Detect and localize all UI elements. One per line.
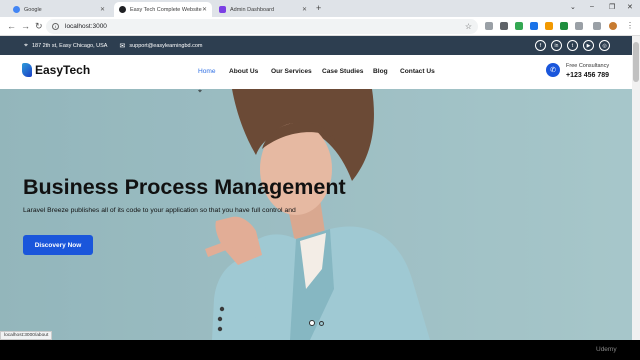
- reload-icon[interactable]: ↻: [35, 21, 43, 32]
- extension-icon[interactable]: [545, 22, 553, 30]
- nav-blog[interactable]: Blog: [373, 68, 388, 75]
- admin-favicon-icon: [219, 6, 226, 13]
- logo-mark-icon: [22, 63, 32, 77]
- bookmark-star-icon[interactable]: ☆: [465, 22, 472, 31]
- address-text: 187 2th st, Easy Chicago, USA: [31, 42, 108, 49]
- youtube-icon[interactable]: ▶: [583, 40, 594, 51]
- linkedin-icon[interactable]: in: [551, 40, 562, 51]
- extension-icon[interactable]: [515, 22, 523, 30]
- hero-title: Business Process Management: [23, 175, 346, 199]
- close-tab-icon[interactable]: ✕: [302, 6, 307, 13]
- google-favicon-icon: [13, 6, 20, 13]
- nav-contact-us[interactable]: Contact Us: [400, 68, 435, 75]
- nav-case-studies[interactable]: Case Studies: [322, 68, 363, 75]
- contact-topbar: ⌖ 187 2th st, Easy Chicago, USA ✉ suppor…: [0, 36, 632, 55]
- website-viewport: ⌖ 187 2th st, Easy Chicago, USA ✉ suppor…: [0, 36, 632, 340]
- puzzle-extensions-icon[interactable]: [575, 22, 583, 30]
- forward-icon[interactable]: →: [21, 21, 30, 31]
- hero-subtitle: Laravel Breeze publishes all of its code…: [23, 207, 296, 214]
- sidebar-icon[interactable]: [593, 22, 601, 30]
- browser-menu-icon[interactable]: ⋮: [626, 21, 634, 30]
- tab-easy-tech[interactable]: Easy Tech Complete Website ✕: [114, 2, 212, 17]
- close-tab-icon[interactable]: ✕: [100, 6, 105, 13]
- site-logo[interactable]: EasyTech: [22, 63, 90, 77]
- facebook-icon[interactable]: f: [535, 40, 546, 51]
- close-tab-icon[interactable]: ✕: [202, 6, 207, 13]
- video-player-bar: [0, 340, 640, 360]
- hero-slider: Business Process Management Laravel Bree…: [0, 89, 632, 340]
- tab-admin-dashboard[interactable]: Admin Dashboard ✕: [214, 2, 312, 17]
- minimize-icon[interactable]: –: [590, 3, 594, 10]
- profile-avatar[interactable]: [609, 22, 617, 30]
- site-info-icon[interactable]: i: [52, 23, 59, 30]
- tab-google[interactable]: Google ✕: [8, 2, 110, 17]
- page-scrollbar[interactable]: [632, 36, 640, 340]
- camera-extension-icon[interactable]: [485, 22, 493, 30]
- instagram-icon[interactable]: ◎: [599, 40, 610, 51]
- back-icon[interactable]: ←: [7, 21, 16, 31]
- url-text: localhost:3000: [65, 23, 107, 30]
- nav-our-services[interactable]: Our Services: [271, 68, 312, 75]
- tab-title: Admin Dashboard: [230, 6, 275, 13]
- address-bar[interactable]: i localhost:3000 ☆: [46, 19, 478, 34]
- download-icon[interactable]: [560, 22, 568, 30]
- tab-title: Easy Tech Complete Website: [130, 6, 202, 13]
- email-item[interactable]: ✉ support@easylearningbd.com: [119, 42, 202, 50]
- extension-icon[interactable]: [530, 22, 538, 30]
- udemy-watermark: Udemy: [596, 346, 617, 353]
- status-bar-url: localhost:3000/about: [0, 331, 53, 340]
- main-navigation: EasyTech Home About Us Our Services Case…: [0, 55, 632, 89]
- envelope-icon: ✉: [119, 42, 126, 50]
- new-tab-button[interactable]: +: [316, 3, 321, 13]
- mouse-cursor-icon: ⌖: [198, 88, 202, 95]
- twitter-icon[interactable]: t: [567, 40, 578, 51]
- email-text[interactable]: support@easylearningbd.com: [129, 43, 202, 49]
- browser-toolbar: ← → ↻ i localhost:3000 ☆ ⋮: [0, 17, 640, 36]
- phone-number[interactable]: +123 456 789: [566, 72, 609, 79]
- nav-about-us[interactable]: About Us: [229, 68, 258, 75]
- browser-tab-strip: Google ✕ Easy Tech Complete Website ✕ Ad…: [0, 0, 640, 17]
- window-close-icon[interactable]: ✕: [627, 3, 633, 11]
- translate-extension-icon[interactable]: [500, 22, 508, 30]
- slider-dot-active[interactable]: [309, 320, 315, 326]
- slider-dot[interactable]: [319, 321, 324, 326]
- site-favicon-icon: [119, 6, 126, 13]
- location-pin-icon: ⌖: [24, 41, 28, 49]
- nav-home[interactable]: Home: [198, 68, 216, 75]
- address-item: ⌖ 187 2th st, Easy Chicago, USA: [24, 42, 107, 50]
- discovery-now-button[interactable]: Discovery Now: [23, 235, 93, 255]
- tab-title: Google: [24, 6, 42, 13]
- phone-icon: ✆: [546, 63, 560, 77]
- consultancy-label: Free Consultancy: [566, 63, 610, 69]
- scrollbar-thumb[interactable]: [633, 42, 639, 82]
- hero-person-image: [0, 89, 632, 340]
- restore-icon[interactable]: ❐: [609, 3, 615, 11]
- tab-search-icon[interactable]: ⌄: [570, 3, 576, 11]
- logo-text: EasyTech: [35, 63, 91, 77]
